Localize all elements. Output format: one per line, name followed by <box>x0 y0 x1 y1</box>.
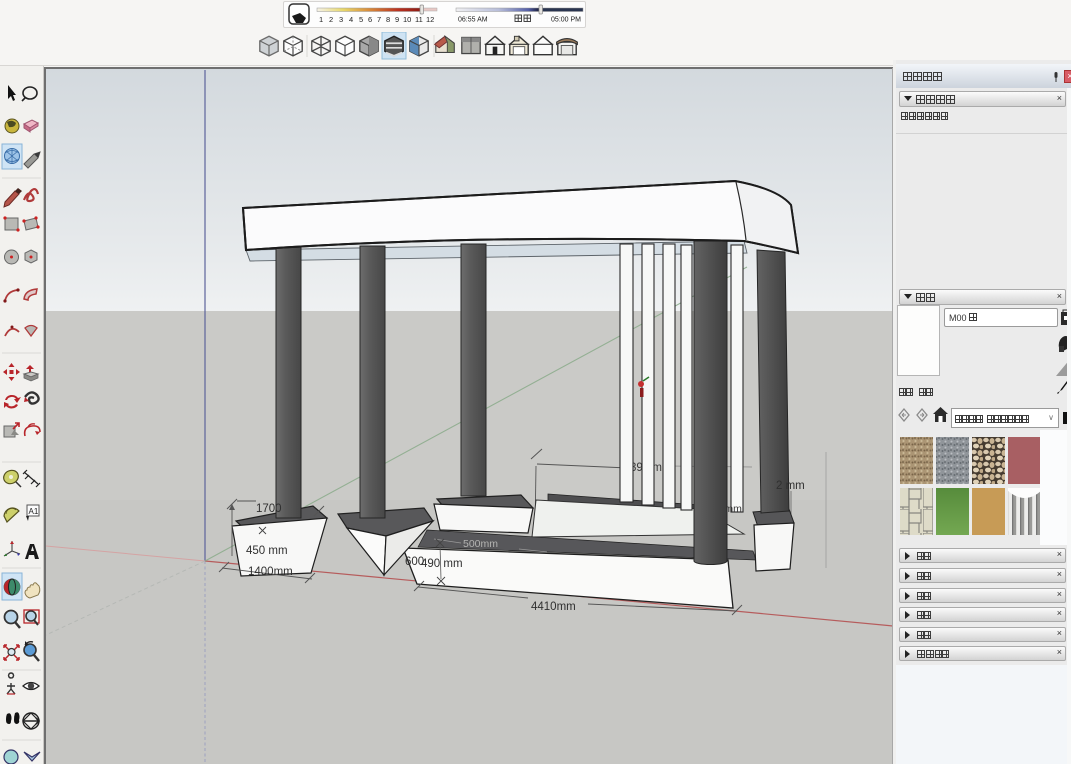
svg-text:4410mm: 4410mm <box>531 601 576 613</box>
svg-text:4: 4 <box>349 15 353 24</box>
svg-text:450 mm: 450 mm <box>246 545 288 557</box>
svg-text:3: 3 <box>339 15 343 24</box>
svg-text:8: 8 <box>386 15 390 24</box>
svg-text:7: 7 <box>377 15 381 24</box>
svg-text:1700: 1700 <box>256 503 282 515</box>
svg-text:11: 11 <box>415 15 423 24</box>
svg-text:A1: A1 <box>29 507 39 516</box>
svg-text:2 mm: 2 mm <box>776 480 805 492</box>
svg-text:12: 12 <box>426 15 434 24</box>
svg-text:2: 2 <box>329 15 333 24</box>
svg-text:6: 6 <box>368 15 372 24</box>
svg-text:9: 9 <box>395 15 399 24</box>
svg-text:5: 5 <box>359 15 363 24</box>
svg-text:1: 1 <box>319 15 323 24</box>
svg-text:490 mm: 490 mm <box>421 558 463 570</box>
svg-text:1400mm: 1400mm <box>248 566 293 578</box>
svg-text:10: 10 <box>403 15 411 24</box>
svg-text:06:55 AM: 06:55 AM <box>458 17 488 24</box>
svg-text:500mm: 500mm <box>463 538 498 550</box>
svg-text:05:00 PM: 05:00 PM <box>551 17 581 24</box>
